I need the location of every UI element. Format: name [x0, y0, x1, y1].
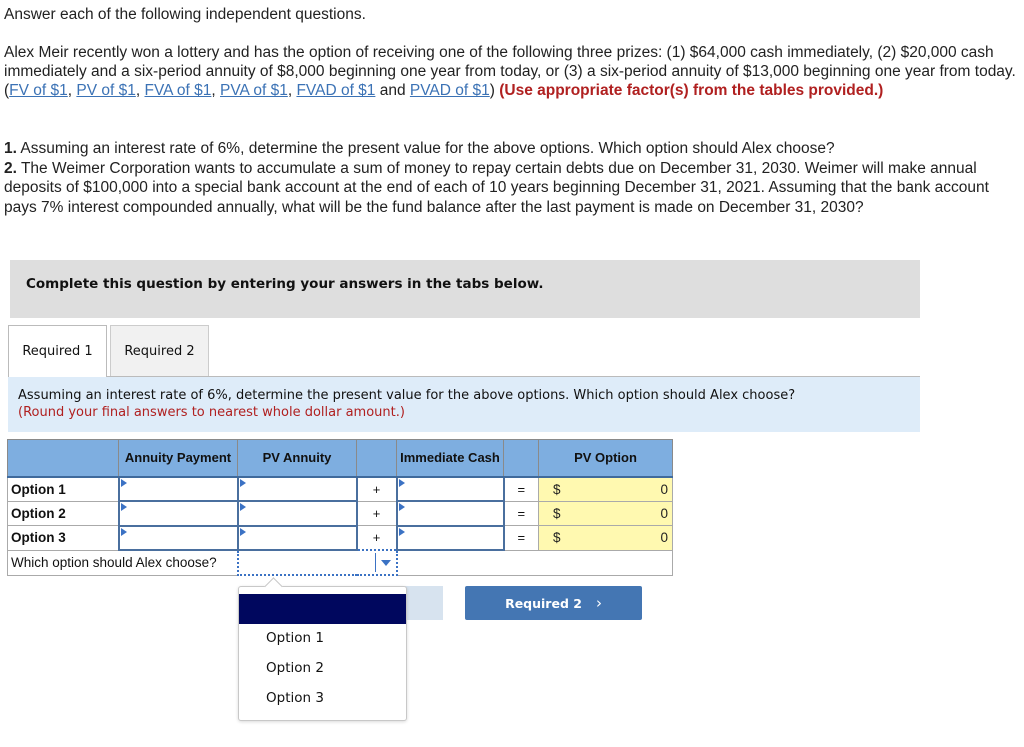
link-fva-of-1[interactable]: FVA of $1	[144, 82, 211, 99]
tab-required-2[interactable]: Required 2	[110, 325, 209, 377]
dropdown-option-1[interactable]: Option 1	[266, 630, 324, 646]
table-row: Option 1 + = $0	[7, 475, 673, 502]
dropdown-option-2[interactable]: Option 2	[266, 660, 324, 676]
intro-paragraph: Alex Meir recently won a lottery and has…	[4, 44, 1016, 99]
complete-instructions-box: Complete this question by entering your …	[10, 260, 920, 318]
plus-sign: +	[356, 525, 397, 551]
equals-sign: =	[503, 476, 539, 502]
plus-sign: +	[356, 476, 397, 502]
currency-symbol: $	[553, 505, 561, 521]
dropdown-option-3[interactable]: Option 3	[266, 690, 324, 706]
table-row: Option 2 + = $0	[7, 500, 673, 527]
header-plus-col	[356, 439, 397, 478]
choose-row-blank	[396, 549, 673, 576]
chevron-right-icon: ›	[595, 594, 602, 612]
link-pva-of-1[interactable]: PVA of $1	[220, 82, 288, 99]
currency-symbol: $	[553, 530, 561, 545]
select-divider	[374, 553, 376, 572]
header-pv-option: PV Option	[538, 439, 673, 478]
question-1: 1. Assuming an interest rate of 6%, dete…	[4, 140, 835, 157]
link-fv-of-1[interactable]: FV of $1	[9, 82, 68, 99]
header-annuity-payment: Annuity Payment	[118, 439, 238, 478]
choose-option-row: Which option should Alex choose?	[7, 549, 673, 576]
pv-option-result: $0	[538, 500, 673, 526]
pv-option-value: 0	[660, 505, 668, 521]
choose-option-dropdown-menu: Option 1 Option 2 Option 3	[238, 586, 407, 721]
pv-annuity-input[interactable]	[236, 500, 358, 527]
immediate-cash-input[interactable]	[395, 524, 505, 551]
question-list: 1. Assuming an interest rate of 6%, dete…	[4, 139, 1016, 217]
header-blank	[7, 439, 119, 478]
next-required-2-button[interactable]: Required 2 ›	[465, 586, 642, 620]
pv-annuity-input[interactable]	[236, 524, 358, 551]
link-pvad-of-1[interactable]: PVAD of $1	[410, 82, 490, 99]
previous-button-area	[405, 586, 443, 620]
equals-sign: =	[503, 525, 539, 551]
row-label: Option 2	[7, 500, 119, 526]
link-pv-of-1[interactable]: PV of $1	[76, 82, 135, 99]
intro-heading: Answer each of the following independent…	[4, 6, 366, 23]
dropdown-arrow-icon[interactable]	[380, 560, 391, 566]
instruction-panel: Assuming an interest rate of 6%, determi…	[8, 377, 920, 432]
header-immediate-cash: Immediate Cash	[396, 439, 504, 478]
immediate-cash-input[interactable]	[395, 475, 505, 502]
next-button-label: Required 2	[505, 595, 582, 611]
table-row: Option 3 + = $0	[7, 524, 673, 551]
choose-option-label: Which option should Alex choose?	[7, 549, 238, 576]
annuity-payment-input[interactable]	[117, 500, 239, 527]
pv-options-table: Annuity Payment PV Annuity Immediate Cas…	[7, 439, 673, 576]
equals-sign: =	[503, 500, 539, 526]
dropdown-option-blank-highlighted[interactable]	[239, 594, 406, 624]
plus-sign: +	[356, 500, 397, 526]
pv-option-result: $0	[538, 525, 673, 551]
question-2: 2. The Weimer Corporation wants to accum…	[4, 159, 989, 216]
row-label: Option 1	[7, 476, 119, 502]
row-label: Option 3	[7, 525, 119, 551]
intro-instruction: (Use appropriate factor(s) from the tabl…	[499, 82, 884, 99]
choose-option-select[interactable]	[236, 549, 398, 576]
pv-option-result: $0	[538, 476, 673, 502]
annuity-payment-input[interactable]	[117, 524, 239, 551]
pv-option-value: 0	[660, 481, 668, 497]
pv-option-value: 0	[660, 530, 668, 545]
rounding-note: (Round your final answers to nearest who…	[18, 405, 405, 420]
tab-required-1[interactable]: Required 1	[8, 325, 107, 377]
header-equals-col	[503, 439, 539, 478]
annuity-payment-input[interactable]	[117, 475, 239, 502]
immediate-cash-input[interactable]	[395, 500, 505, 527]
header-pv-annuity: PV Annuity	[237, 439, 357, 478]
instruction-text: Assuming an interest rate of 6%, determi…	[18, 388, 796, 403]
table-header-row: Annuity Payment PV Annuity Immediate Cas…	[7, 439, 673, 478]
currency-symbol: $	[553, 481, 561, 497]
question-intro: Answer each of the following independent…	[4, 5, 1016, 100]
link-fvad-of-1[interactable]: FVAD of $1	[296, 82, 375, 99]
pv-annuity-input[interactable]	[236, 475, 358, 502]
